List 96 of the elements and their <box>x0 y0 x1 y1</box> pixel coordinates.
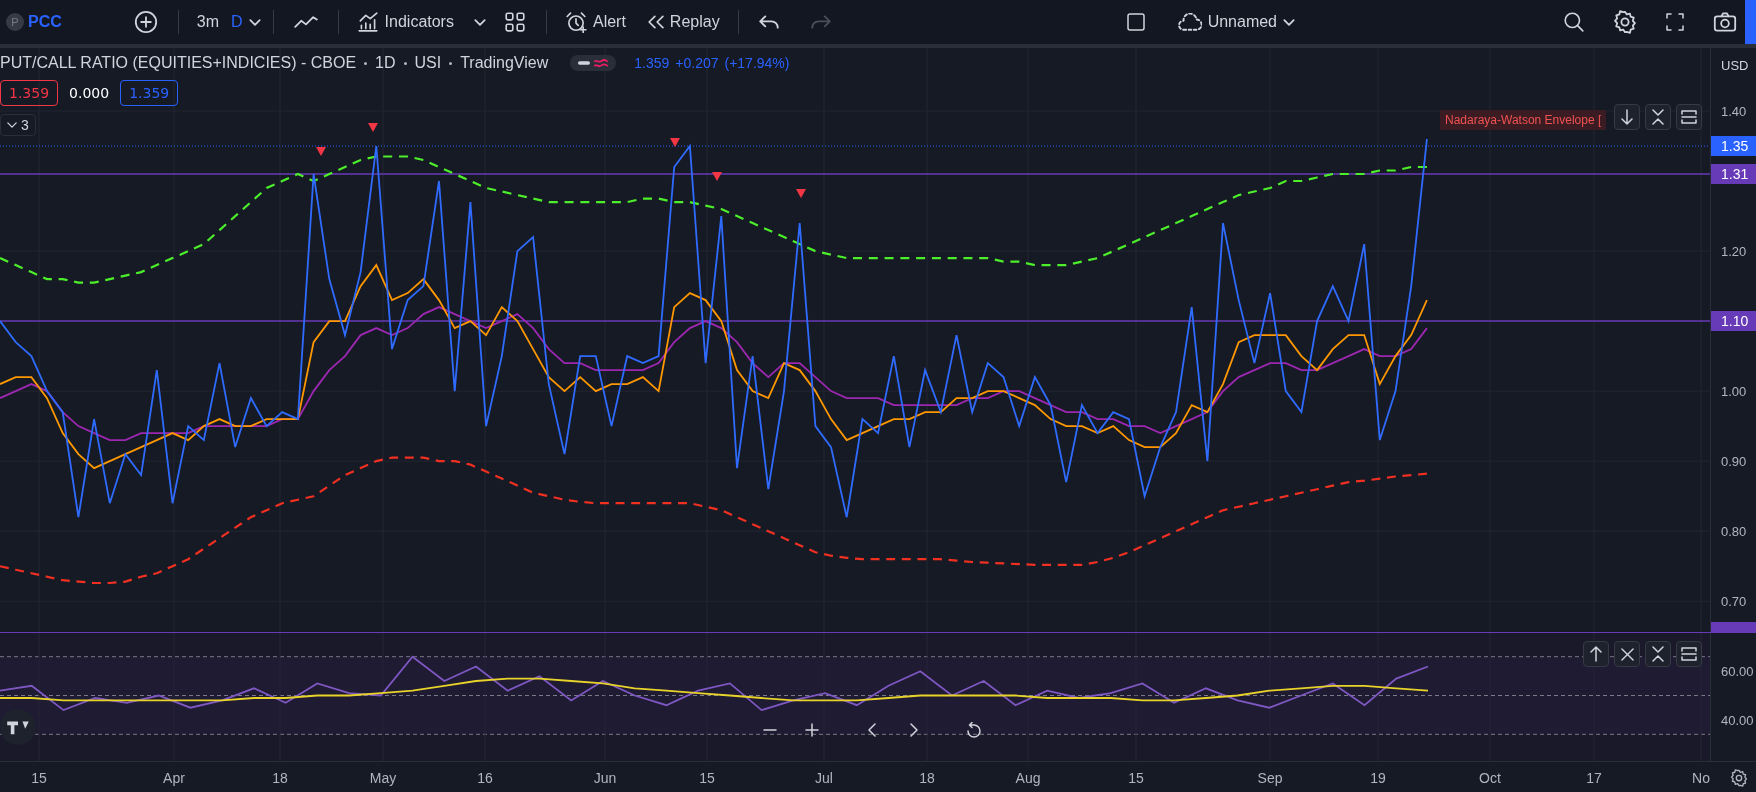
exchange-label: USI <box>414 54 442 72</box>
square-icon[interactable] <box>1125 12 1146 32</box>
time-label: 19 <box>1370 770 1386 786</box>
indicators-button[interactable]: Indicators <box>350 7 460 37</box>
last-value: 1.359 <box>634 55 670 71</box>
axis-label: 40.00 <box>1721 712 1754 728</box>
alarm-clock-icon <box>564 11 587 33</box>
grid-icon[interactable] <box>503 11 526 33</box>
line-chart-icon[interactable] <box>293 15 318 29</box>
maximize-icon <box>1681 647 1697 661</box>
minus-icon <box>763 729 777 731</box>
wave-icon <box>594 58 609 68</box>
time-label: 17 <box>1586 770 1602 786</box>
settings-icon[interactable] <box>1730 769 1748 787</box>
time-label: Apr <box>163 770 185 786</box>
caret-icon[interactable] <box>1283 18 1295 26</box>
time-label: 16 <box>477 770 493 786</box>
move-up-button[interactable] <box>1583 641 1609 667</box>
value-label: 0.000 <box>68 84 111 103</box>
rewind-icon <box>647 15 664 29</box>
arrow-up-icon <box>1590 646 1602 662</box>
time-label: 15 <box>31 770 47 786</box>
time-label: 15 <box>699 770 715 786</box>
time-label: May <box>369 770 397 786</box>
plus-icon <box>805 723 819 737</box>
caret-icon[interactable] <box>248 18 261 26</box>
move-down-button[interactable] <box>1614 104 1640 130</box>
add-icon[interactable] <box>133 10 158 34</box>
time-label: No <box>1692 770 1710 786</box>
collapse-pane-button[interactable] <box>1645 104 1671 130</box>
arrow-down-icon <box>1621 109 1633 125</box>
maximize-button[interactable] <box>1676 641 1702 667</box>
camera-icon[interactable] <box>1713 12 1737 32</box>
time-label: Aug <box>1015 770 1041 786</box>
triangle-marker <box>368 123 378 132</box>
replay-button[interactable]: Replay <box>641 9 726 35</box>
collapse-pane-button[interactable] <box>1645 641 1671 667</box>
axis-label: 1.40 <box>1721 103 1747 119</box>
currency-label[interactable]: USD <box>1721 58 1749 73</box>
collapse-icon <box>1652 646 1664 662</box>
interval-button[interactable]: 3m <box>190 9 225 35</box>
value-label: 1.359 <box>0 80 59 106</box>
separator-dot <box>403 61 407 65</box>
value-label: 1.359 <box>120 80 179 106</box>
time-label: Sep <box>1257 770 1283 786</box>
alert-button[interactable]: Alert <box>558 7 632 37</box>
settings-icon[interactable] <box>1613 10 1637 34</box>
visibility-toggle[interactable] <box>570 55 617 71</box>
symbol-name[interactable]: PCC <box>28 13 62 31</box>
collapse-button[interactable]: 3 <box>0 114 36 136</box>
change-percent: (+17.94%) <box>724 55 790 71</box>
cloud-icon <box>1177 13 1202 31</box>
axis-label: 0.70 <box>1721 593 1747 609</box>
fullscreen-icon[interactable] <box>1665 12 1685 32</box>
minus-icon <box>578 61 591 65</box>
search-icon[interactable] <box>1563 11 1585 33</box>
axis-label: 0.90 <box>1721 453 1747 469</box>
separator-dot <box>449 61 453 65</box>
time-label: 18 <box>272 770 288 786</box>
caret-icon[interactable] <box>473 18 486 26</box>
axis-label: 1.00 <box>1721 383 1747 399</box>
logo-icon[interactable] <box>0 709 36 745</box>
time-label: Jul <box>815 770 833 786</box>
maximize-button[interactable] <box>1676 104 1702 130</box>
time-label: Oct <box>1479 770 1501 786</box>
triangle-marker <box>796 189 806 198</box>
source-label: TradingView <box>460 54 549 72</box>
series-title: PUT/CALL RATIO (EQUITIES+INDICIES) - CBOE <box>0 54 357 72</box>
close-button[interactable] <box>1614 641 1640 667</box>
separator-dot <box>364 61 368 65</box>
triangle-marker <box>670 138 680 147</box>
indicator-label: Nadaraya-Watson Envelope [ <box>1440 110 1607 130</box>
close-icon <box>1620 647 1634 661</box>
interval-label: 1D <box>375 54 396 72</box>
change-value: +0.207 <box>675 55 719 71</box>
collapse-icon <box>1652 109 1664 125</box>
time-label: 15 <box>1128 770 1144 786</box>
chevron-right-icon <box>910 723 918 737</box>
chevron-down-icon <box>7 122 17 128</box>
bar-chart-icon <box>356 11 379 33</box>
axis-label: 0.80 <box>1721 523 1747 539</box>
triangle-marker <box>712 172 722 181</box>
axis-label: 60.00 <box>1721 663 1754 679</box>
chevron-left-icon <box>868 723 876 737</box>
maximize-icon <box>1681 110 1697 124</box>
interval-unit-button[interactable]: D <box>225 9 249 35</box>
layout-name-button[interactable]: Unnamed <box>1171 9 1283 35</box>
time-label: 18 <box>919 770 935 786</box>
undo-icon[interactable] <box>758 15 779 29</box>
axis-label: 1.20 <box>1721 243 1747 259</box>
price-label: 1.35 <box>1711 136 1756 157</box>
reset-icon <box>966 722 982 738</box>
price-label: 1.10 <box>1711 311 1756 332</box>
triangle-marker <box>316 147 326 156</box>
time-label: Jun <box>593 770 617 786</box>
price-label: 1.31 <box>1711 164 1756 185</box>
